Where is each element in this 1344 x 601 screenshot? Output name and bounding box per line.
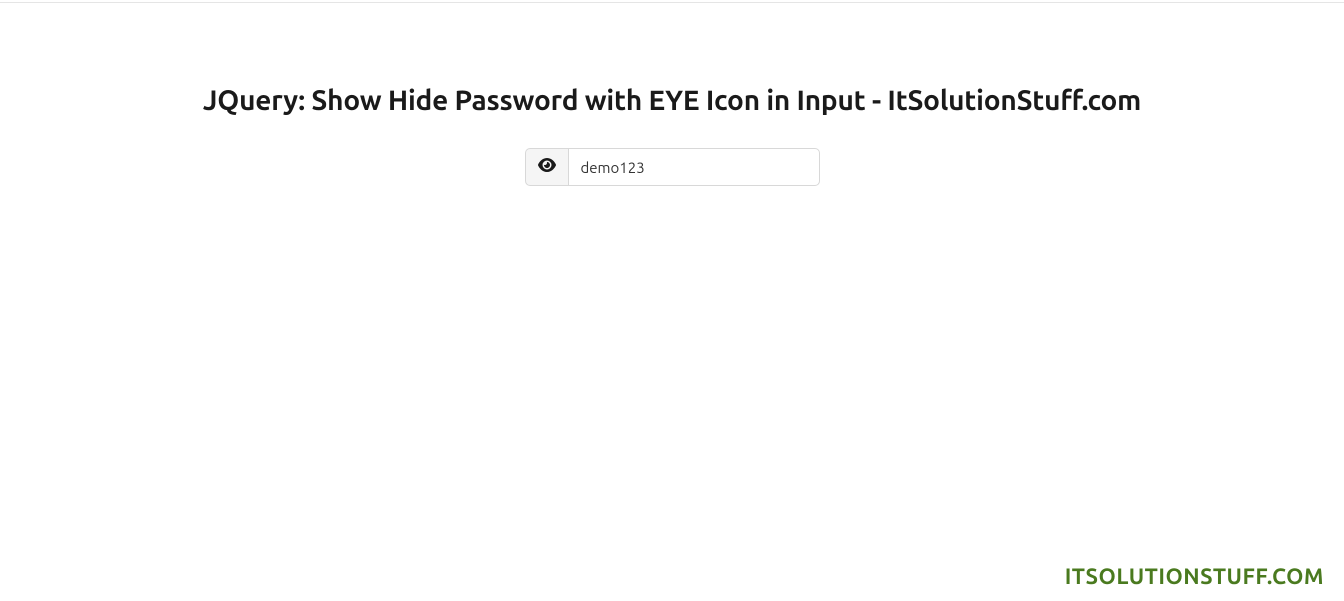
main-container: JQuery: Show Hide Password with EYE Icon…: [0, 0, 1344, 186]
page-title: JQuery: Show Hide Password with EYE Icon…: [0, 85, 1344, 116]
password-input-group: [525, 148, 820, 186]
eye-icon: [538, 156, 556, 178]
top-separator: [0, 2, 1344, 3]
watermark-text: ITSOLUTIONSTUFF.COM: [1065, 564, 1324, 589]
toggle-password-button[interactable]: [525, 148, 568, 186]
password-input[interactable]: [568, 148, 820, 186]
